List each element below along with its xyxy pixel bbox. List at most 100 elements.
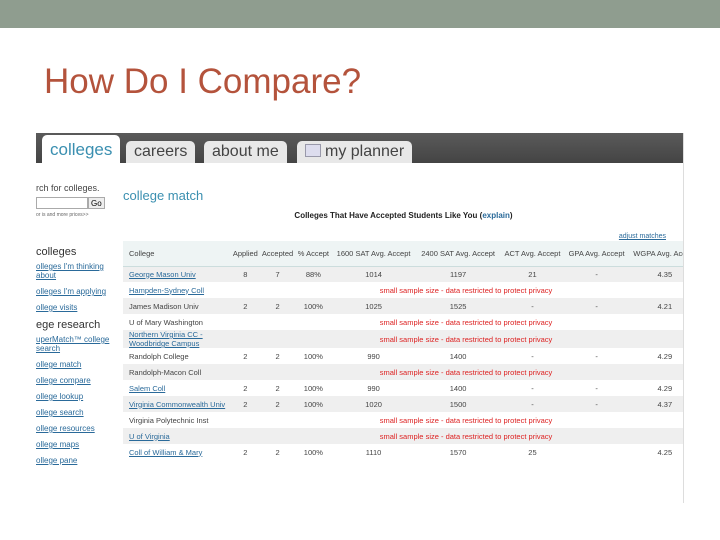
column-header: 2400 SAT Avg. Accept [415,241,501,267]
value-cell: 100% [303,351,323,361]
college-cell: U of Virginia [123,428,231,444]
sidebar-link[interactable]: olleges I'm applying [36,287,118,296]
restricted-notice: small sample size - data restricted to p… [379,285,553,295]
college-match-panel: college match Colleges That Have Accepte… [123,188,683,460]
college-cell: Randolph-Macon Coll [123,364,231,380]
column-header: WGPA Avg. Accept [628,241,683,267]
table-row: U of Virginia small sample size - data re… [123,428,683,444]
tab-about-me[interactable]: about me [204,141,287,163]
explain-link[interactable]: explain [482,211,510,220]
value-cell: 990 [367,351,380,361]
sidebar-link[interactable]: ollege pane [36,456,118,465]
value-cell: 1500 [415,396,501,412]
college-link[interactable]: Northern Virginia CC - Woodbridge Campus [129,330,203,348]
value-cell: - [531,383,534,393]
restricted-notice: small sample size - data restricted to p… [231,364,683,380]
table-row: Coll of William & Mary 2 2 100% 1110 1570 25 4.… [123,444,683,460]
website-screenshot: colleges careers about me my planner rch… [36,133,684,503]
college-name: U of Mary Washington [129,317,203,327]
sidebar-link[interactable]: uperMatch™ college search [36,335,118,353]
sidebar: rch for colleges. Go or is and more pric… [36,183,118,472]
table-row: Virginia Commonwealth Univ 2 2 100% 1020 1500… [123,396,683,412]
sidebar-link[interactable]: ollege lookup [36,392,118,401]
column-header: College [123,241,231,267]
go-button[interactable]: Go [88,197,105,209]
value-cell: - [500,298,565,314]
value-cell: 25 [528,447,537,457]
value-cell: 21 [500,266,565,282]
sidebar-heading-colleges: colleges [36,246,77,258]
college-link[interactable]: Salem Coll [129,384,165,393]
college-link[interactable]: George Mason Univ [129,270,196,279]
sidebar-link[interactable]: ollege match [36,360,118,369]
value-cell [565,444,629,460]
value-cell: 990 [367,383,380,393]
value-cell: 1570 [449,447,467,457]
value-cell: 2 [259,298,296,314]
value-cell: 1014 [331,266,416,282]
college-link[interactable]: Coll of William & Mary [129,448,202,457]
caption-close: ) [509,211,513,220]
value-cell: 1400 [449,351,467,361]
table-row: Randolph-Macon Coll small sample size - d… [123,364,683,380]
value-cell: 1110 [365,447,382,457]
table-row: Salem Coll 2 2 100% 990 1400 - - 4.29 [123,380,683,396]
restricted-notice: small sample size - data restricted to p… [231,428,683,444]
caption-text: Colleges That Have Accepted Students Lik… [294,211,483,220]
college-link[interactable]: Hampden-Sydney Coll [129,286,204,295]
restricted-notice: small sample size - data restricted to p… [379,415,553,425]
value-cell: 100% [295,396,332,412]
column-header: GPA Avg. Accept [564,241,629,267]
value-cell: 2 [231,396,260,412]
value-cell: 8 [231,266,260,282]
college-name: James Madison Univ [129,301,199,311]
value-cell: 4.25 [657,447,673,457]
planner-icon [305,144,321,157]
value-cell: 1197 [415,266,501,282]
adjust-matches-link[interactable]: adjust matches [123,233,683,240]
sidebar-link[interactable]: ollege compare [36,376,118,385]
college-link[interactable]: U of Virginia [129,432,170,441]
value-cell: 100% [303,447,323,457]
value-cell: 2 [231,298,260,314]
value-cell: 4.29 [657,383,673,393]
section-heading: college match [123,188,204,203]
tab-colleges[interactable]: colleges [42,135,121,163]
column-header: Accepted [259,241,296,267]
college-cell: Virginia Commonwealth Univ [123,396,231,412]
column-header: % Accept [295,241,332,267]
table-row: Randolph College 2 2 100% 990 1400 - - 4.29 [123,348,683,364]
college-name: Randolph-Macon Coll [129,367,202,377]
value-cell: 4.35 [628,266,683,282]
value-cell: - [531,351,534,361]
value-cell: 4.37 [628,396,683,412]
table-row: James Madison Univ 2 2 100% 1025 1525- -4.21 [123,298,683,314]
college-cell: Coll of William & Mary [123,444,231,460]
sidebar-link[interactable]: ollege maps [36,440,118,449]
value-cell: 1400 [449,383,467,393]
more-link[interactable]: or is and more prices>> [36,212,118,218]
value-cell: 2 [275,383,280,393]
column-header: Applied [231,241,260,267]
value-cell: 88% [295,266,332,282]
sidebar-link[interactable]: ollege visits [36,303,118,312]
value-cell: 1525 [415,298,501,314]
tab-careers[interactable]: careers [126,141,196,163]
college-cell: Salem Coll [123,380,231,396]
tab-my-planner[interactable]: my planner [297,141,413,163]
restricted-notice: small sample size - data restricted to p… [379,317,553,327]
value-cell: 2 [259,396,296,412]
sidebar-link[interactable]: ollege search [36,408,118,417]
college-search-input[interactable] [36,197,88,209]
slide-title: How Do I Compare? [44,62,362,101]
college-link[interactable]: Virginia Commonwealth Univ [129,400,225,409]
college-cell: Hampden-Sydney Coll [123,282,231,298]
sidebar-heading-research: ege research [36,319,101,331]
sidebar-link[interactable]: ollege resources [36,424,118,433]
column-header: 1600 SAT Avg. Accept [331,241,416,267]
college-cell: James Madison Univ [123,298,231,314]
sidebar-link[interactable]: olleges I'm thinking about [36,262,118,280]
value-cell: 4.21 [628,298,683,314]
table-row: U of Mary Washington small sample size - … [123,314,683,330]
value-cell: - [595,383,598,393]
